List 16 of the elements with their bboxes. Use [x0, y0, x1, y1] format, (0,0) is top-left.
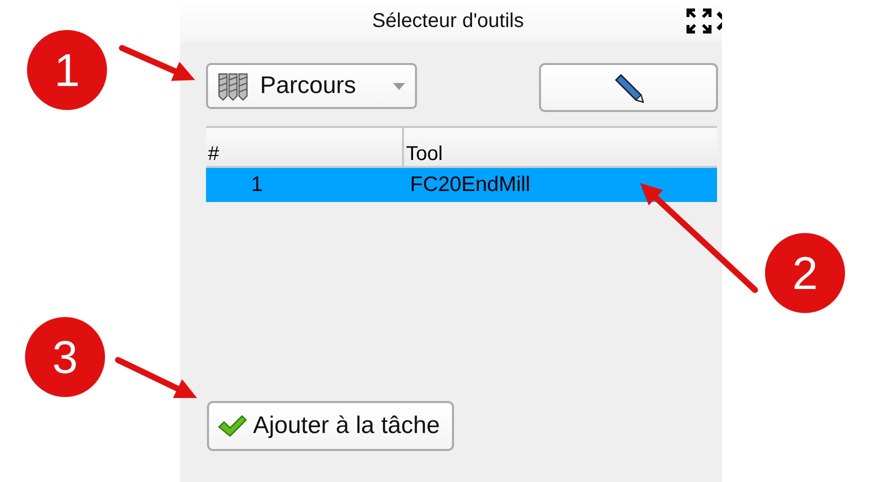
table-cell: 1	[206, 167, 403, 202]
edit-button[interactable]	[539, 63, 718, 112]
toolpath-dropdown[interactable]: Parcours	[206, 63, 417, 109]
callout-number: 2	[765, 233, 845, 313]
expand-icon[interactable]	[686, 8, 712, 34]
pencil-icon	[612, 72, 644, 104]
end-mills-icon	[218, 71, 250, 101]
add-to-task-button[interactable]: Ajouter à la tâche	[207, 401, 454, 451]
window-title: Sélecteur d'outils	[371, 10, 525, 32]
column-header[interactable]: #	[206, 127, 403, 167]
callout-number: 3	[25, 317, 105, 397]
callout-number: 1	[27, 30, 107, 110]
column-header[interactable]: Tool	[403, 127, 717, 167]
table-cell: FC20EndMill	[403, 167, 717, 202]
dropdown-caret-icon	[393, 82, 405, 90]
checkmark-icon	[217, 414, 247, 438]
